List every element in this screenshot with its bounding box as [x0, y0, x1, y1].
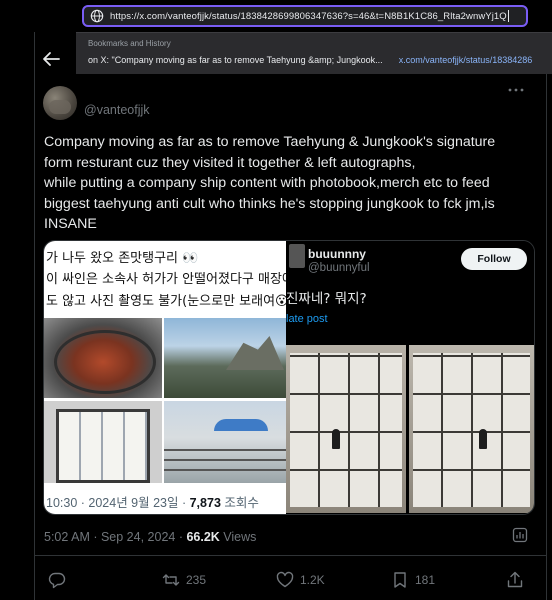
- text-caret: [507, 10, 509, 22]
- landscape-photo: [164, 318, 286, 398]
- column-border-left: [34, 32, 35, 600]
- media-screenshot-right[interactable]: buuunnny @buunnyful Follow 진짜네? 뭐지? late…: [286, 241, 534, 514]
- author-avatar[interactable]: [43, 86, 77, 120]
- bookmark-count: 181: [415, 573, 436, 587]
- tweet-text: Company moving as far as to remove Taehy…: [44, 132, 544, 235]
- timestamp-text: 5:02 AM · Sep 24, 2024 ·: [44, 530, 187, 544]
- autograph-frames-photo: [409, 345, 534, 513]
- dropdown-header: Bookmarks and History: [88, 39, 171, 48]
- tweet-media[interactable]: 가 나두 왔오 존맛탱구리 👀 이 싸인은 소속사 허가가 안떨어졌다구 매장에…: [43, 240, 535, 515]
- translate-post-link: late post: [286, 313, 328, 325]
- action-bar-divider: [34, 555, 546, 556]
- korean-text-line: 이 싸인은 소속사 허가가 안떨어졌다구 매장에: [46, 272, 294, 287]
- reply-button[interactable]: [48, 571, 72, 589]
- dropdown-suggestion[interactable]: on X: "Company moving as far as to remov…: [88, 55, 552, 65]
- embedded-post-views-label: 조회수: [220, 496, 259, 510]
- korean-text-line: 도 않고 사진 촬영도 불가(눈으로만 보래여😮: [46, 294, 289, 309]
- address-bar[interactable]: https://x.com/vanteofjjk/status/18384286…: [82, 5, 528, 27]
- views-label: Views: [219, 530, 257, 544]
- tweet-text-line: Company moving as far as to remove Taehy…: [44, 134, 496, 150]
- embedded-post-date: 10:30 · 2024년 9월 23일 ·: [46, 496, 190, 510]
- restaurant-exterior-photo: [164, 401, 286, 483]
- retweet-icon: [162, 574, 180, 586]
- share-icon: [507, 571, 523, 588]
- address-bar-url: https://x.com/vanteofjjk/status/18384286…: [110, 10, 507, 22]
- embedded-post-views: 7,873: [189, 496, 221, 510]
- tweet-timestamp: 5:02 AM · Sep 24, 2024 · 66.2K Views: [44, 530, 256, 544]
- suggestion-title: on X: "Company moving as far as to remov…: [88, 55, 383, 65]
- globe-icon: [90, 9, 104, 23]
- embedded-avatar: [289, 244, 305, 268]
- author-handle[interactable]: @vanteofjjk: [84, 103, 150, 117]
- retweet-count: 235: [186, 573, 207, 587]
- embedded-post-text: 진짜네? 뭐지?: [286, 291, 367, 307]
- suggestion-url: x.com/vanteofjjk/status/18384286: [398, 55, 533, 65]
- more-options-icon[interactable]: [508, 87, 524, 93]
- person-silhouette: [479, 429, 487, 449]
- browser-toolbar: https://x.com/vanteofjjk/status/18384286…: [0, 0, 552, 32]
- person-silhouette: [332, 429, 340, 449]
- heart-icon: [276, 571, 294, 588]
- follow-button: Follow: [461, 248, 527, 270]
- share-button[interactable]: [506, 571, 530, 589]
- reply-icon: [48, 572, 66, 589]
- embedded-handle: @buunnyful: [308, 262, 370, 274]
- embedded-display-name: buuunnny: [308, 247, 366, 261]
- column-border-right: [546, 74, 547, 600]
- autograph-frames: [290, 353, 402, 507]
- analytics-icon[interactable]: [512, 527, 528, 543]
- views-count: 66.2K: [186, 530, 220, 544]
- bookmark-icon: [394, 572, 406, 588]
- media-screenshot-left[interactable]: 가 나두 왔오 존맛탱구리 👀 이 싸인은 소속사 허가가 안떨어졌다구 매장에…: [44, 241, 294, 514]
- tweet-text-line: biggest taehyung anti cult who thinks he…: [44, 195, 495, 212]
- back-arrow-icon[interactable]: [42, 51, 60, 67]
- autograph-frames-photo: [286, 345, 406, 513]
- tweet-text-line: form resturant cuz they visited it toget…: [44, 154, 416, 171]
- tweet-text-line: INSANE: [44, 216, 97, 232]
- bookmark-button[interactable]: 181: [391, 571, 435, 589]
- tweet-text-line: while putting a company ship content wit…: [44, 175, 490, 191]
- korean-text-line: 가 나두 왔오 존맛탱구리 👀: [46, 251, 199, 266]
- embedded-post-meta: 10:30 · 2024년 9월 23일 · 7,873 조회수: [46, 492, 259, 511]
- like-count: 1.2K: [300, 573, 325, 587]
- omnibox-dropdown: Bookmarks and History on X: "Company mov…: [76, 32, 552, 74]
- retweet-button[interactable]: 235: [162, 571, 206, 589]
- autograph-frames: [413, 353, 530, 507]
- autograph-wall-photo: [44, 401, 162, 483]
- food-photo: [44, 318, 162, 398]
- like-button[interactable]: 1.2K: [276, 571, 325, 589]
